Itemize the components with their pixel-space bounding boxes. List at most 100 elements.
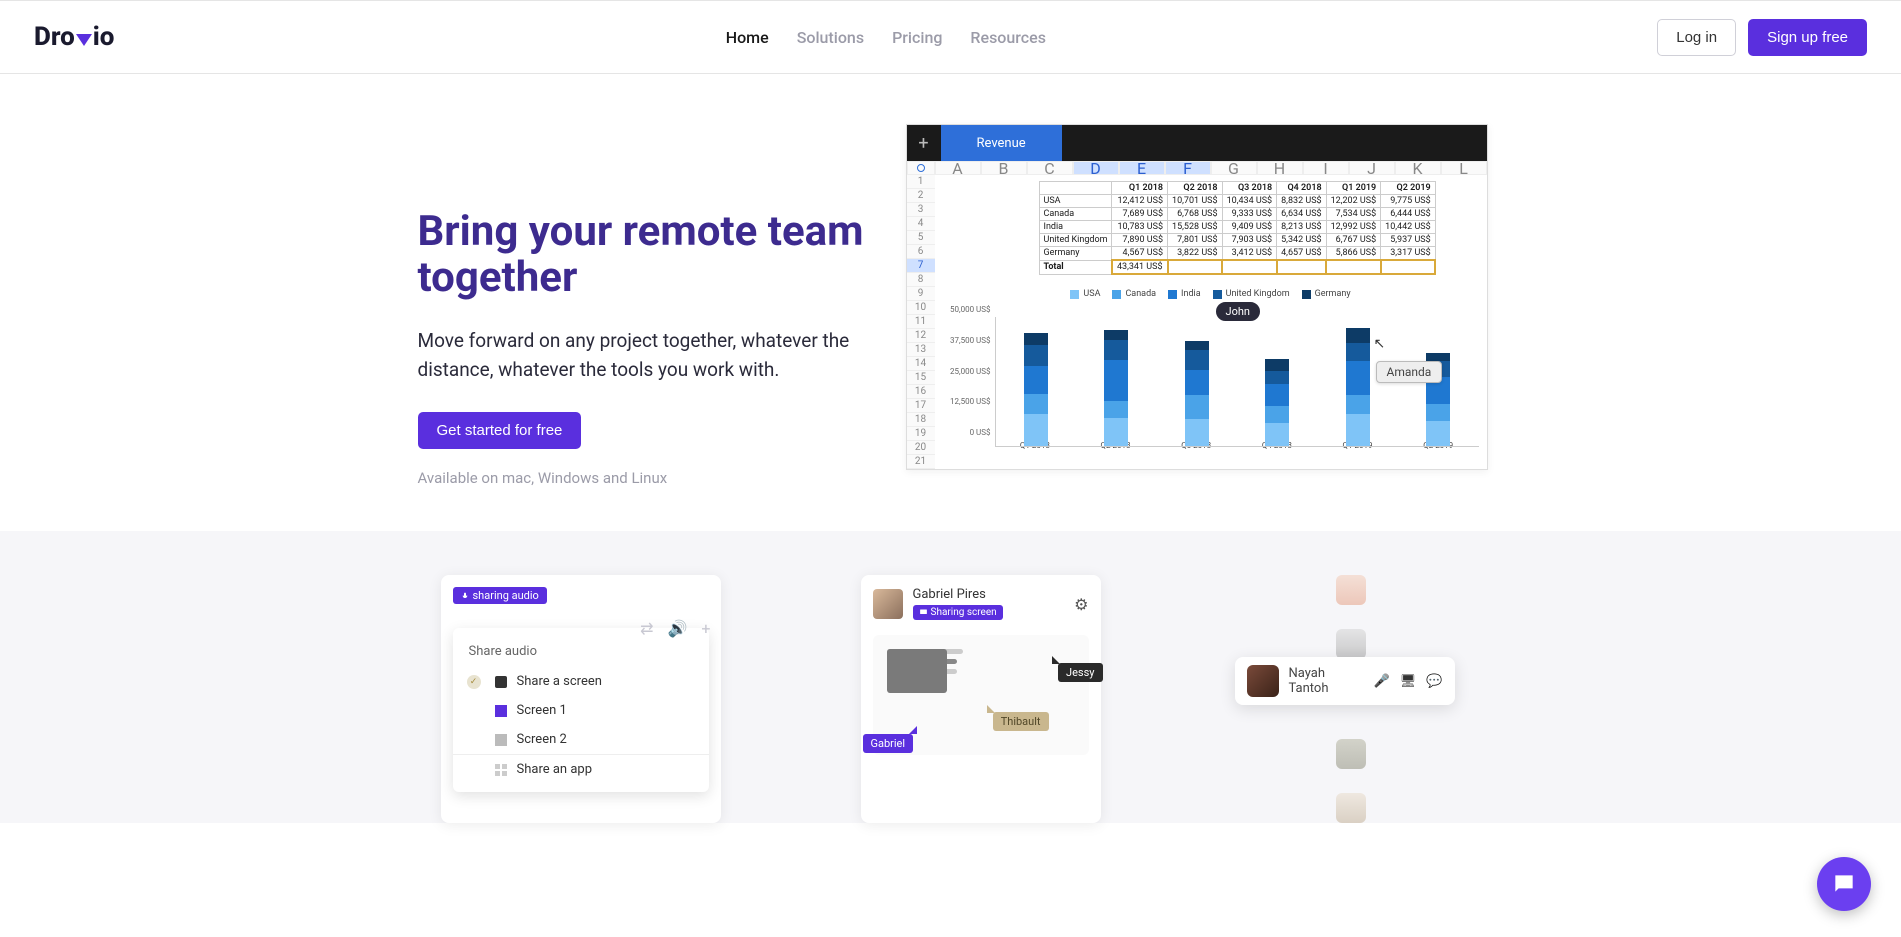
avatar (1336, 739, 1366, 769)
col-header: B (981, 161, 1027, 175)
row-label: United Kingdom (1039, 234, 1112, 247)
share-app-item: Share an app (453, 754, 709, 784)
bar-segment (1265, 359, 1289, 371)
row-numbers: 123456789101112131415161718192021 (907, 175, 935, 469)
cell: 7,903 US$ (1222, 234, 1277, 247)
nav-solutions[interactable]: Solutions (797, 28, 864, 47)
cell: 12,412 US$ (1112, 195, 1168, 208)
toolbar-icons: ⇄ 🔊 + (640, 619, 710, 638)
cell: 12,202 US$ (1326, 195, 1381, 208)
data-table: Q1 2018Q2 2018Q3 2018Q4 2018Q1 2019Q2 20… (1039, 181, 1437, 275)
col-header: H (1257, 161, 1303, 175)
bar-segment (1346, 361, 1370, 395)
platform-note: Available on mac, Windows and Linux (418, 469, 866, 487)
cell: 9,775 US$ (1381, 195, 1436, 208)
bar-segment (1104, 360, 1128, 400)
bar-column (1185, 341, 1209, 446)
table-header: Q4 2018 (1277, 182, 1326, 195)
row-number: 17 (907, 399, 935, 413)
sheet-tabs: + Revenue (907, 125, 1487, 161)
chat-bubble-icon (1831, 871, 1857, 897)
bar-segment (1426, 421, 1450, 446)
get-started-button[interactable]: Get started for free (418, 412, 582, 449)
cell: 7,890 US$ (1112, 234, 1168, 247)
plus-icon: + (701, 619, 710, 638)
screen-2-item: Screen 2 (453, 725, 709, 754)
logo-v-icon (76, 34, 92, 46)
legend-item: USA (1070, 289, 1100, 299)
row-number: 15 (907, 371, 935, 385)
table-header: Q2 2018 (1168, 182, 1223, 195)
avatar (1336, 629, 1366, 659)
participant-name: Nayah Tantoh (1289, 666, 1364, 696)
cell: 5,342 US$ (1277, 234, 1326, 247)
legend-swatch (1302, 290, 1311, 299)
row-number: 10 (907, 301, 935, 315)
legend-swatch (1213, 290, 1222, 299)
cursor-tag-jessy: Jessy (1058, 663, 1102, 682)
bar-segment (1104, 330, 1128, 340)
sheet-tab-revenue: Revenue (941, 125, 1062, 161)
bar-segment (1024, 366, 1048, 394)
hero-illustration: + Revenue ABCDEFGHIJKL 12345678910111213… (866, 124, 1641, 487)
row-label: Germany (1039, 247, 1112, 261)
bar-column (1346, 328, 1370, 446)
cell: 7,689 US$ (1112, 208, 1168, 221)
cell: 12,992 US$ (1326, 221, 1381, 234)
cell: 7,801 US$ (1168, 234, 1223, 247)
monitor-icon (919, 608, 928, 617)
cell: 4,567 US$ (1112, 247, 1168, 261)
legend-swatch (1168, 290, 1177, 299)
cursor-tag-gabriel: Gabriel (863, 734, 914, 753)
square-gray-icon (495, 734, 507, 746)
table-row: Germany4,567 US$3,822 US$3,412 US$4,657 … (1039, 247, 1435, 261)
signup-button[interactable]: Sign up free (1748, 19, 1867, 56)
bar-segment (1185, 370, 1209, 394)
row-number: 11 (907, 315, 935, 329)
row-label: Total (1039, 260, 1112, 274)
legend-item: Canada (1112, 289, 1156, 299)
bar-segment (1265, 406, 1289, 423)
row-number: 4 (907, 217, 935, 231)
cell: 10,783 US$ (1112, 221, 1168, 234)
login-button[interactable]: Log in (1657, 19, 1736, 56)
row-number: 18 (907, 413, 935, 427)
nav-resources[interactable]: Resources (970, 28, 1046, 47)
legend-item: United Kingdom (1213, 289, 1290, 299)
nav-home[interactable]: Home (726, 28, 769, 47)
bar-segment (1185, 419, 1209, 446)
cell: 3,412 US$ (1222, 247, 1277, 261)
cell: 10,434 US$ (1222, 195, 1277, 208)
auth-buttons: Log in Sign up free (1657, 19, 1867, 56)
ytick: 37,500 US$ (941, 336, 991, 345)
grid-main: Q1 2018Q2 2018Q3 2018Q4 2018Q1 2019Q2 20… (935, 175, 1487, 469)
chat-fab[interactable] (1817, 857, 1871, 911)
collaborator-cursor-john: John (1216, 302, 1260, 321)
row-number: 8 (907, 273, 935, 287)
legend-swatch (1112, 290, 1121, 299)
image-placeholder (887, 649, 947, 693)
row-number: 2 (907, 189, 935, 203)
participant-pill: Nayah Tantoh 🎤 🖥 💬 (1235, 657, 1455, 705)
chart-yaxis: 50,000 US$37,500 US$25,000 US$12,500 US$… (941, 305, 991, 437)
table-header (1039, 182, 1112, 195)
bar-column (1265, 359, 1289, 447)
cell: 3,317 US$ (1381, 247, 1436, 261)
avatar (1336, 575, 1366, 605)
sharing-screen-badge: Sharing screen (913, 605, 1003, 620)
avatar (873, 589, 903, 619)
sheet-corner (907, 161, 935, 175)
cell: 4,657 US$ (1277, 247, 1326, 261)
chart-legend: USACanadaIndiaUnited KingdomGermany (935, 289, 1487, 299)
total-cell (1326, 260, 1381, 274)
share-audio-item: Share audio (453, 636, 709, 667)
legend-item: Germany (1302, 289, 1351, 299)
nav-pricing[interactable]: Pricing (892, 28, 942, 47)
row-number: 21 (907, 455, 935, 469)
cell: 3,822 US$ (1168, 247, 1223, 261)
col-header: E (1119, 161, 1165, 175)
share-screen-item: Share a screen (453, 667, 709, 696)
brand-logo[interactable]: Droio (34, 22, 114, 52)
square-purple-icon (495, 705, 507, 717)
gear-icon: ⚙ (1074, 595, 1088, 614)
